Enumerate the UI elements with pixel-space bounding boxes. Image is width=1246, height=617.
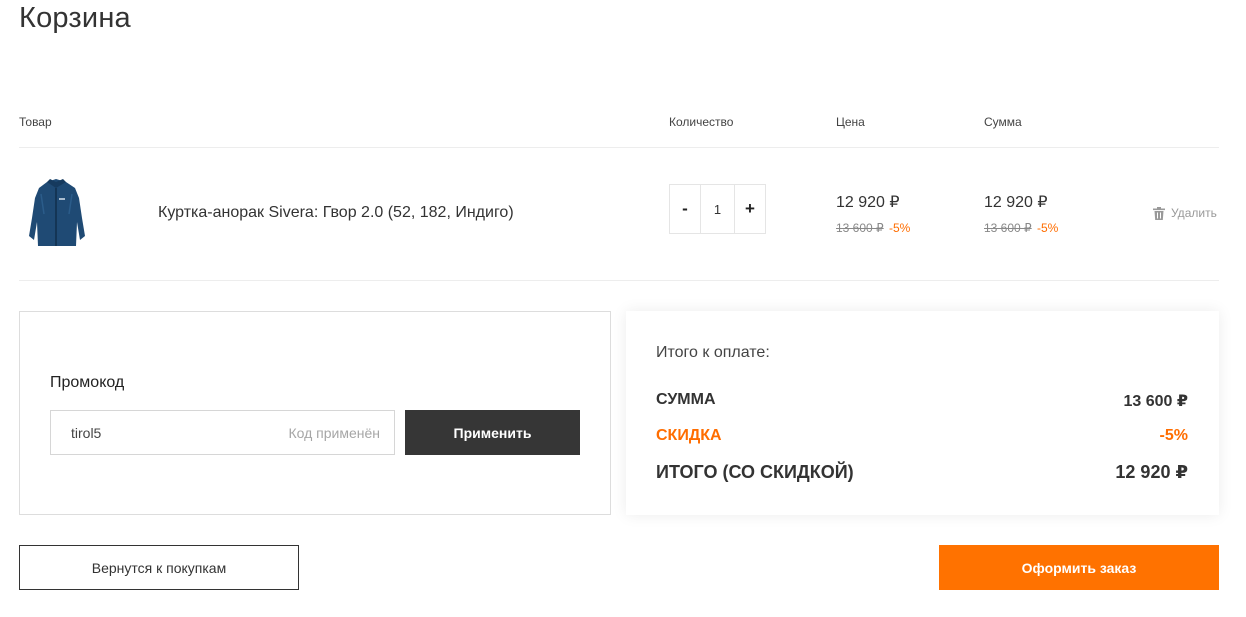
summary-discount-row: СКИДКА -5% (656, 427, 1188, 445)
summary-final-label: ИТОГО (СО СКИДКОЙ) (656, 462, 854, 482)
delete-label: Удалить (1171, 206, 1217, 220)
checkout-button[interactable]: Оформить заказ (939, 545, 1219, 590)
price-cell: 12 920 ₽ 13 600 ₽ -5% (836, 192, 910, 235)
promo-label: Промокод (50, 374, 125, 391)
jacket-image[interactable] (19, 174, 94, 252)
summary-total-label: СУММА (656, 391, 716, 408)
promo-status: Код применён (288, 424, 380, 441)
summary-discount-value: -5% (1159, 427, 1188, 444)
price-current: 12 920 ₽ (836, 194, 900, 211)
delete-button[interactable]: Удалить (1153, 206, 1217, 220)
promo-value: tirol5 (71, 424, 102, 441)
summary-panel: Итого к оплате: СУММА 13 600 ₽ СКИДКА -5… (626, 311, 1219, 515)
divider (19, 280, 1219, 281)
header-sum: Сумма (984, 115, 1022, 129)
product-name[interactable]: Куртка-анорак Sivera: Гвор 2.0 (52, 182,… (158, 204, 514, 222)
price-discount: -5% (889, 221, 911, 235)
sum-current: 12 920 ₽ (984, 194, 1048, 211)
quantity-stepper: - 1 + (669, 184, 766, 234)
header-quantity: Количество (669, 115, 734, 129)
summary-total-value: 13 600 ₽ (1123, 393, 1188, 410)
summary-total-row: СУММА 13 600 ₽ (656, 391, 1188, 411)
header-price: Цена (836, 115, 865, 129)
price-old: 13 600 ₽ (836, 221, 884, 235)
sum-cell: 12 920 ₽ 13 600 ₽ -5% (984, 192, 1058, 235)
summary-title: Итого к оплате: (656, 344, 770, 361)
promo-panel: Промокод tirol5 Код применён Применить (19, 311, 611, 515)
summary-final-row: ИТОГО (СО СКИДКОЙ) 12 920 ₽ (656, 462, 1188, 483)
promo-input[interactable]: tirol5 Код применён (50, 410, 395, 455)
quantity-field[interactable]: 1 (700, 185, 735, 233)
back-to-shopping-button[interactable]: Вернутся к покупкам (19, 545, 299, 590)
sum-old: 13 600 ₽ (984, 221, 1032, 235)
increment-button[interactable]: + (735, 185, 765, 233)
sum-discount: -5% (1037, 221, 1059, 235)
trash-icon (1153, 206, 1165, 220)
summary-discount-label: СКИДКА (656, 427, 722, 444)
page-title: Корзина (19, 2, 131, 34)
header-product: Товар (19, 115, 52, 129)
decrement-button[interactable]: - (670, 185, 700, 233)
apply-promo-button[interactable]: Применить (405, 410, 580, 455)
divider (19, 147, 1219, 148)
summary-final-value: 12 920 ₽ (1115, 462, 1188, 482)
